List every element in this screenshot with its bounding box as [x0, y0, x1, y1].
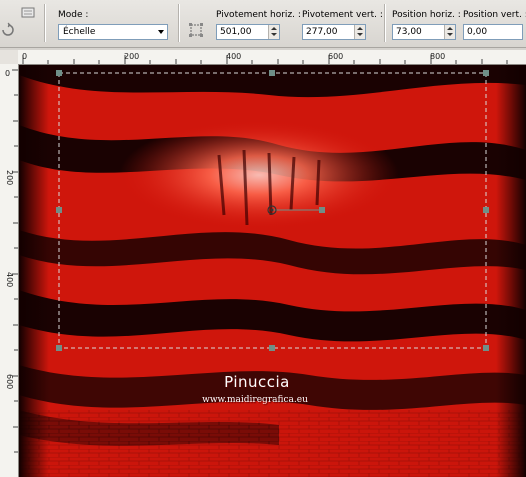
ruler-left-label: 600	[5, 374, 14, 390]
ruler-top: 0 200 400 600 800	[18, 50, 526, 65]
mode-select-value: Échelle	[63, 27, 96, 37]
tool-options-toolbar: Mode : Échelle Pivotement horiz. : 501,0…	[0, 0, 526, 48]
image-canvas[interactable]	[19, 65, 526, 477]
ruler-left-ticks	[12, 69, 18, 453]
ruler-left: 0 200 400 600	[0, 64, 19, 477]
watermark-url: www.maidiregrafica.eu	[202, 395, 308, 405]
pivot-h-value: 501,00	[220, 27, 252, 37]
pivot-v-spinner[interactable]	[354, 25, 365, 39]
ruler-top-label: 400	[226, 52, 242, 61]
pos-h-label: Position horiz. :	[392, 10, 461, 20]
toolbar-separator	[178, 4, 180, 42]
canvas-artwork	[19, 65, 526, 477]
pos-h-value: 73,00	[396, 27, 422, 37]
undo-icon[interactable]	[0, 22, 16, 38]
ruler-corner	[0, 50, 18, 64]
pivot-h-spinner[interactable]	[268, 25, 279, 39]
watermark-name: Pinuccia	[224, 373, 290, 391]
pos-h-input[interactable]: 73,00	[392, 24, 456, 40]
pos-v-input[interactable]: 0,00	[463, 24, 523, 40]
pivot-h-input[interactable]: 501,00	[216, 24, 280, 40]
toolbar-separator	[384, 4, 386, 42]
pivot-h-label: Pivotement horiz. :	[216, 10, 301, 20]
transform-icon[interactable]	[188, 22, 204, 38]
ruler-left-label: 400	[5, 272, 14, 288]
toolbar-separator	[44, 4, 46, 42]
ruler-top-label: 800	[430, 52, 446, 61]
pivot-v-input[interactable]: 277,00	[302, 24, 366, 40]
mode-select[interactable]: Échelle	[58, 24, 168, 40]
pos-h-spinner[interactable]	[444, 25, 455, 39]
ruler-left-label: 0	[5, 69, 11, 78]
ruler-top-ticks	[22, 55, 508, 64]
pos-v-label: Position vert. :	[463, 10, 526, 20]
ruler-top-label: 200	[124, 52, 140, 61]
ruler-top-label: 0	[22, 52, 28, 61]
ruler-top-label: 600	[328, 52, 344, 61]
pivot-v-label: Pivotement vert. :	[302, 10, 383, 20]
ruler-left-label: 200	[5, 170, 14, 186]
chevron-down-icon	[158, 30, 164, 34]
pivot-v-value: 277,00	[306, 27, 338, 37]
preset-icon[interactable]	[20, 4, 36, 20]
mode-label: Mode :	[58, 10, 89, 20]
pos-v-value: 0,00	[467, 27, 488, 37]
